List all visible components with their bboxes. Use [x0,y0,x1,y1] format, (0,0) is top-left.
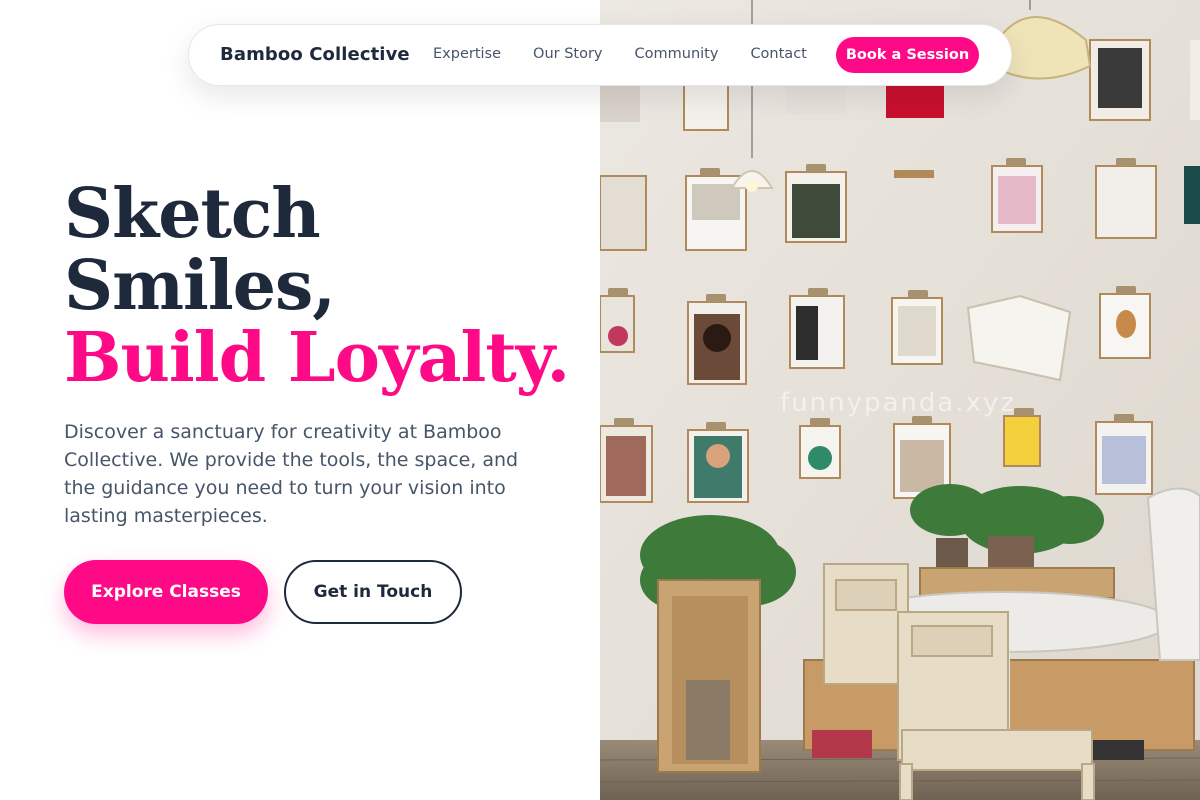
hero-title-line-1: Sketch [64,174,321,254]
hero-title-line-2: Smiles, [64,246,336,326]
nav-links: Expertise Our Story Community Contact [433,46,839,62]
hero-description: Discover a sanctuary for creativity at B… [64,421,519,527]
nav-link-community[interactable]: Community [635,46,719,62]
watermark: funnypanda.xyz [780,388,1017,418]
nav-link-contact[interactable]: Contact [750,46,806,62]
book-session-button[interactable]: Book a Session [836,37,979,73]
get-in-touch-button[interactable]: Get in Touch [284,560,462,624]
hero-title-accent: Build Loyalty. [64,318,570,398]
hero-title: Sketch Smiles, Build Loyalty. [64,178,584,394]
nav-link-our-story[interactable]: Our Story [533,46,602,62]
brand-logo[interactable]: Bamboo Collective [220,44,410,65]
main-nav: Bamboo Collective Expertise Our Story Co… [188,24,1012,86]
landing-page: funnypanda.xyz Bamboo Collective Experti… [0,0,1200,800]
nav-link-expertise[interactable]: Expertise [433,46,501,62]
explore-classes-button[interactable]: Explore Classes [64,560,268,624]
